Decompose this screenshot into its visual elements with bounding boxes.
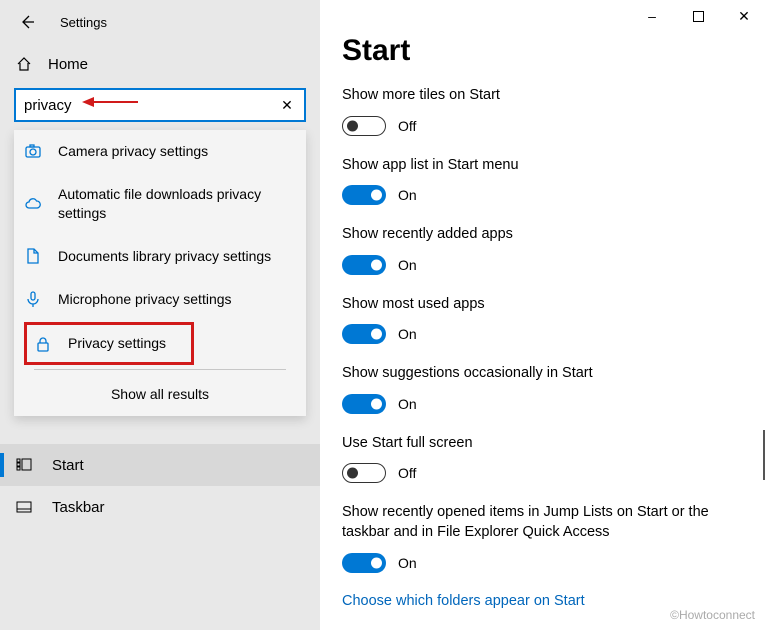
lock-icon (34, 335, 54, 353)
search-box[interactable]: ✕ (14, 88, 306, 122)
back-button[interactable] (16, 11, 38, 33)
close-button[interactable]: ✕ (721, 0, 767, 32)
clear-search-icon[interactable]: ✕ (278, 97, 296, 114)
toggle-state-label: Off (398, 118, 416, 134)
toggle-state-label: On (398, 396, 417, 412)
toggle-state-label: On (398, 257, 417, 273)
suggestion-label: Microphone privacy settings (58, 290, 294, 309)
start-icon (16, 457, 34, 473)
toggle-switch[interactable] (342, 394, 386, 414)
setting-label: Show recently added apps (342, 225, 745, 245)
setting-label: Show recently opened items in Jump Lists… (342, 503, 745, 542)
taskbar-icon (16, 499, 34, 515)
sidebar-item-taskbar[interactable]: Taskbar (0, 486, 320, 528)
setting-label: Show suggestions occasionally in Start (342, 364, 745, 384)
suggestion-item[interactable]: Automatic file downloads privacy setting… (14, 173, 306, 235)
toggle-switch[interactable] (342, 116, 386, 136)
suggestion-item-highlighted[interactable]: Privacy settings (24, 322, 194, 365)
suggestion-label: Camera privacy settings (58, 142, 294, 161)
setting-row: Show recently added apps On (342, 225, 745, 275)
sidebar-item-start[interactable]: Start (0, 444, 320, 486)
setting-row: Show most used apps On (342, 295, 745, 345)
watermark: ©Howtoconnect (670, 608, 755, 622)
page-title: Start (342, 34, 745, 68)
setting-row: Show suggestions occasionally in Start On (342, 364, 745, 414)
suggestion-label: Privacy settings (68, 334, 182, 353)
home-icon (16, 56, 34, 72)
cloud-icon (24, 195, 44, 213)
annotation-arrow-icon (82, 96, 138, 108)
setting-row: Use Start full screen Off (342, 434, 745, 484)
search-input[interactable] (24, 97, 278, 114)
document-icon (24, 247, 44, 265)
setting-label: Show more tiles on Start (342, 86, 745, 106)
toggle-switch[interactable] (342, 324, 386, 344)
sidebar-item-label: Taskbar (52, 499, 105, 516)
sidebar-item-label: Start (52, 457, 84, 474)
toggle-switch[interactable] (342, 185, 386, 205)
setting-row: Show app list in Start menu On (342, 156, 745, 206)
suggestion-label: Automatic file downloads privacy setting… (58, 185, 294, 223)
suggestion-item[interactable]: Microphone privacy settings (14, 278, 306, 321)
toggle-switch[interactable] (342, 463, 386, 483)
toggle-switch[interactable] (342, 553, 386, 573)
toggle-state-label: Off (398, 465, 416, 481)
setting-label: Show app list in Start menu (342, 156, 745, 176)
show-all-results[interactable]: Show all results (14, 372, 306, 416)
search-suggestions: Camera privacy settings Automatic file d… (14, 130, 306, 416)
toggle-switch[interactable] (342, 255, 386, 275)
setting-row: Show more tiles on Start Off (342, 86, 745, 136)
toggle-state-label: On (398, 555, 417, 571)
divider (34, 369, 286, 370)
title-bar-left: Settings (0, 0, 320, 44)
suggestion-item[interactable]: Camera privacy settings (14, 130, 306, 173)
toggle-state-label: On (398, 326, 417, 342)
home-label: Home (48, 56, 88, 73)
choose-folders-link[interactable]: Choose which folders appear on Start (342, 593, 745, 609)
home-nav-item[interactable]: Home (0, 44, 320, 84)
microphone-icon (24, 290, 44, 308)
setting-label: Use Start full screen (342, 434, 745, 454)
setting-label: Show most used apps (342, 295, 745, 315)
window-controls: – ✕ (629, 0, 767, 32)
setting-row: Show recently opened items in Jump Lists… (342, 503, 745, 572)
minimize-button[interactable]: – (629, 0, 675, 32)
suggestion-label: Documents library privacy settings (58, 247, 294, 266)
toggle-state-label: On (398, 187, 417, 203)
scrollbar-indicator[interactable] (763, 430, 765, 480)
app-title: Settings (60, 15, 107, 30)
camera-icon (24, 142, 44, 160)
maximize-button[interactable] (675, 0, 721, 32)
suggestion-item[interactable]: Documents library privacy settings (14, 235, 306, 278)
